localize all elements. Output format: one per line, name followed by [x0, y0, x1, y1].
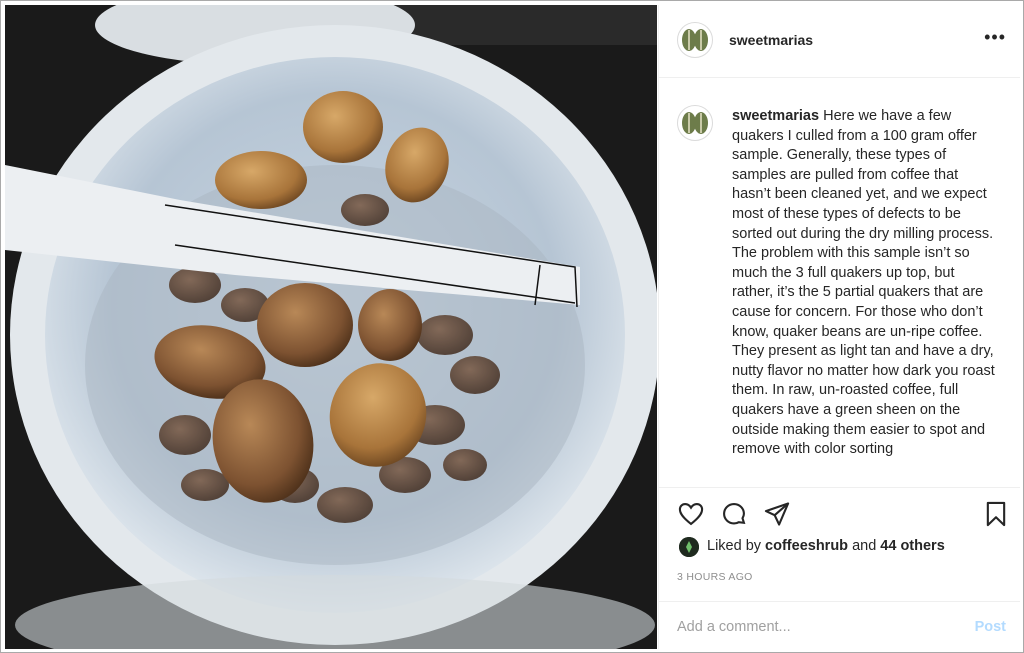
comment-input[interactable]: Add a comment...: [677, 619, 791, 635]
post-timestamp[interactable]: 3 HOURS AGO: [677, 571, 753, 583]
liked-by-prefix: Liked by: [707, 538, 766, 554]
post-photo[interactable]: [5, 5, 657, 649]
instagram-post-frame: sweetmarias ••• sweetmarias Here we have…: [0, 0, 1024, 653]
sweetmarias-logo-icon: [682, 29, 708, 51]
post-side-panel: sweetmarias ••• sweetmarias Here we have…: [658, 5, 1020, 649]
post-caption: sweetmarias Here we have a few quakers I…: [732, 107, 997, 460]
liked-by-others-link[interactable]: 44 others: [880, 538, 944, 554]
paper-plane-icon[interactable]: [763, 500, 791, 528]
caption-text: Here we have a few quakers I culled from…: [732, 108, 995, 458]
comment-box: Add a comment... Post: [659, 601, 1020, 650]
caption-avatar[interactable]: [677, 105, 713, 141]
header-username[interactable]: sweetmarias: [729, 32, 813, 48]
coffee-quakers-photo: [5, 5, 657, 649]
post-comment-button[interactable]: Post: [975, 619, 1006, 635]
comment-icon[interactable]: [720, 500, 748, 528]
liked-by-user-link[interactable]: coffeeshrub: [765, 538, 848, 554]
coffeeshrub-logo-icon: [679, 537, 699, 557]
heart-icon[interactable]: [677, 500, 705, 528]
bookmark-icon[interactable]: [982, 500, 1010, 528]
caption-username[interactable]: sweetmarias: [732, 108, 819, 124]
liked-by-and: and: [848, 538, 881, 554]
avatar[interactable]: [677, 22, 713, 58]
liker-avatar[interactable]: [679, 537, 699, 557]
sweetmarias-logo-icon: [682, 112, 708, 134]
more-options-icon[interactable]: •••: [984, 28, 1006, 46]
post-header: sweetmarias •••: [659, 5, 1020, 78]
